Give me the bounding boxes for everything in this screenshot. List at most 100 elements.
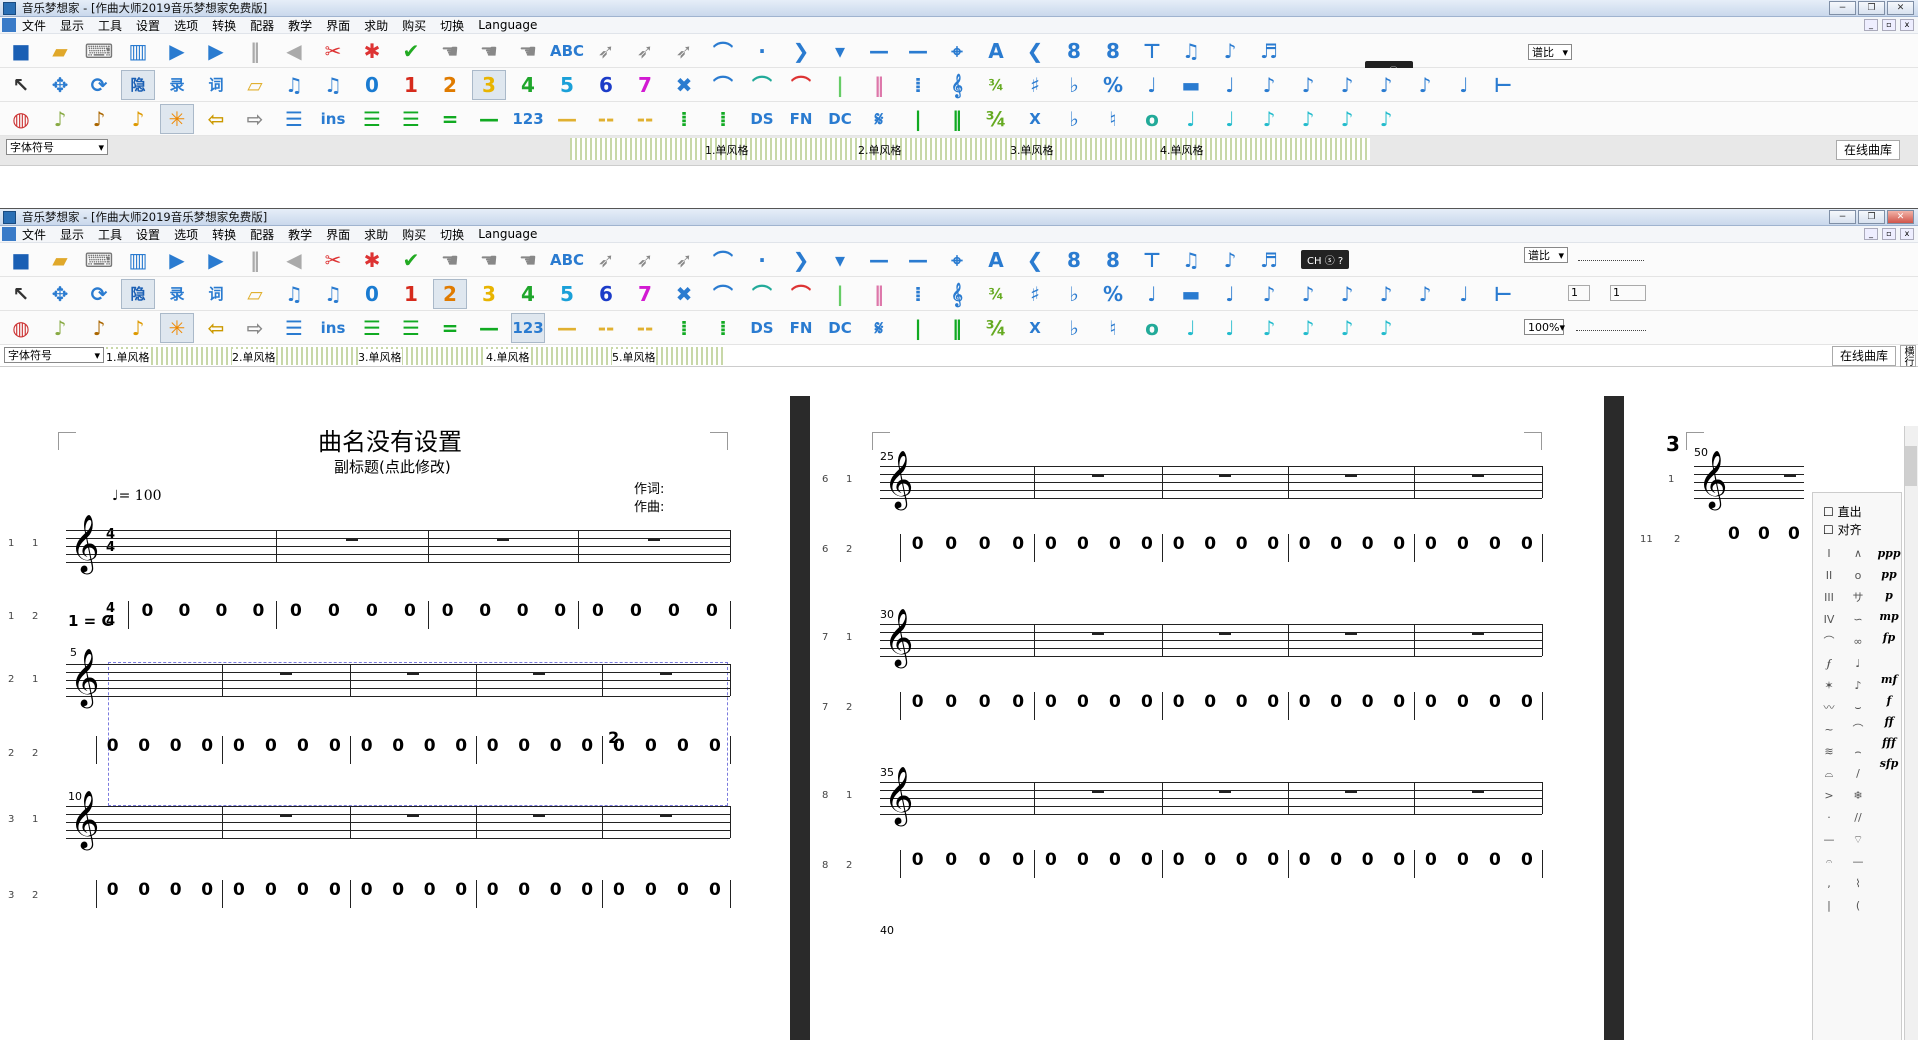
cut-icon[interactable]: ✂ (316, 36, 350, 66)
main-text-a-icon[interactable]: A (979, 245, 1013, 275)
main-spectrum-select[interactable]: 谱比 ▾ (1524, 247, 1568, 263)
main-sixtyfourth-icon[interactable]: ♪ (1369, 313, 1403, 343)
yellow-dash3-icon[interactable]: -- (628, 104, 662, 134)
note-g-icon[interactable]: ♩ (1447, 70, 1481, 100)
main-pointer-red-icon[interactable]: ➶ (589, 245, 623, 275)
main-bar-green2-icon[interactable]: ‖ (940, 313, 974, 343)
mdi-min-button[interactable]: _ (1864, 19, 1878, 31)
remove-measure-icon[interactable]: 8 (1096, 36, 1130, 66)
main-beam2-icon[interactable]: ♫ (316, 279, 350, 309)
main-mdi-close-button[interactable]: x (1900, 228, 1914, 240)
main-segno-icon[interactable]: 𝄋 (862, 313, 896, 343)
main-note-g-icon[interactable]: ♩ (1447, 279, 1481, 309)
main-quarter-icon-2[interactable]: ♩ (1213, 313, 1247, 343)
art-trill-icon[interactable]: ~ (1819, 719, 1839, 741)
main-beam-icon[interactable]: ♫ (277, 279, 311, 309)
yellow-dash-icon[interactable]: — (550, 104, 584, 134)
fermata-icon[interactable]: ⌒ (706, 36, 740, 66)
art2-note-icon[interactable]: ♩ (1847, 653, 1869, 675)
menu-language[interactable]: Language (478, 18, 537, 32)
main-note-f-icon[interactable]: ♪ (1408, 279, 1442, 309)
green-eq-icon[interactable]: = (433, 104, 467, 134)
repeat-end-icon[interactable]: ⁞ (706, 104, 740, 134)
vertical-scrollbar[interactable] (1904, 426, 1918, 1040)
green-lines2-icon[interactable]: ☰ (394, 104, 428, 134)
score-area[interactable]: 曲名没有设置 副标题(点此修改) 作词: 作曲: ♩= 100 1 = C 44… (0, 396, 1918, 1040)
hand-icon[interactable]: ☚ (433, 36, 467, 66)
ds-icon[interactable]: DS (745, 104, 779, 134)
selection-box[interactable] (108, 662, 728, 806)
main-yellow-dash-icon[interactable]: — (550, 313, 584, 343)
main-eraser-icon[interactable]: ▱ (238, 279, 272, 309)
main-minimize-button[interactable]: − (1829, 210, 1856, 224)
main-green-lines-icon[interactable]: ☰ (355, 313, 389, 343)
main-repeat-icon[interactable]: ⁞ (901, 279, 935, 309)
main-close-button[interactable]: ✕ (1887, 210, 1914, 224)
art2-grace-icon[interactable]: ♪ (1847, 675, 1869, 697)
asterisk-icon[interactable]: ✳ (160, 103, 194, 134)
bar-single-icon[interactable]: | (823, 70, 857, 100)
track-ruler[interactable] (570, 138, 1370, 160)
dyn-fp[interactable]: fp (1877, 627, 1901, 648)
main-whole-note-icon[interactable]: o (1135, 313, 1169, 343)
restore-button[interactable]: ❐ (1858, 1, 1885, 15)
tuplet-icon[interactable]: ⊤ (1135, 36, 1169, 66)
field-1[interactable]: 1 (1568, 285, 1590, 301)
num-2[interactable]: 2 (433, 70, 467, 100)
play-from-icon[interactable]: ▶ (199, 36, 233, 66)
x-text-icon[interactable]: X (1018, 104, 1052, 134)
main-menu-interface[interactable]: 界面 (326, 226, 350, 243)
main-note-c-icon[interactable]: ♪ (1291, 279, 1325, 309)
note-d-icon[interactable]: ♪ (1330, 70, 1364, 100)
main-x-icon[interactable]: ✖ (667, 279, 701, 309)
treble-clef-icon[interactable]: 𝄞 (940, 70, 974, 100)
grace-icon[interactable]: ♪ (1213, 36, 1247, 66)
pause-icon[interactable]: ‖ (238, 36, 272, 66)
main-arrow-left-icon[interactable]: ⇦ (199, 313, 233, 343)
note-a-icon[interactable]: ♩ (1213, 70, 1247, 100)
eighth-icon-2[interactable]: ♪ (1252, 104, 1286, 134)
green-lines-icon[interactable]: ☰ (355, 104, 389, 134)
main-sharp-icon[interactable]: ♯ (1018, 279, 1052, 309)
main-note-e-icon[interactable]: ♪ (1369, 279, 1403, 309)
repeat-start-icon[interactable]: ⁞ (667, 104, 701, 134)
dyn-p[interactable]: p (1877, 585, 1901, 606)
main-n123-icon[interactable]: 123 (511, 312, 545, 343)
art2-mid-icon[interactable]: サ (1847, 587, 1869, 609)
num-3[interactable]: 3 (472, 69, 506, 100)
online-library-button[interactable]: 在线曲库 (1836, 140, 1900, 160)
main-mdi-restore-button[interactable]: ▫ (1882, 228, 1896, 240)
num-5[interactable]: 5 (550, 70, 584, 100)
main-yellow-dash2-icon[interactable]: -- (589, 313, 623, 343)
thirtysecond-icon[interactable]: ♪ (1330, 104, 1364, 134)
main-dot-icon[interactable]: · (745, 245, 779, 275)
main-fn-icon[interactable]: FN (784, 313, 818, 343)
x-icon[interactable]: ✖ (667, 70, 701, 100)
main-delete-icon[interactable]: ✱ (355, 245, 389, 275)
main-play-from-icon[interactable]: ▶ (199, 245, 233, 275)
main-move-icon[interactable]: ✥ (43, 279, 77, 309)
main-drum-icon[interactable]: ◍ (4, 313, 38, 343)
num-7[interactable]: 7 (628, 70, 662, 100)
art-line-icon[interactable]: | (1819, 895, 1839, 917)
main-sixteenth-icon-2[interactable]: ♪ (1291, 313, 1325, 343)
main-spellcheck-icon[interactable]: ABC (550, 245, 584, 275)
art-tenuto-icon[interactable]: — (1819, 829, 1839, 851)
zoom-slider[interactable] (1576, 323, 1646, 331)
green-dash-icon[interactable]: — (472, 104, 506, 134)
hide-icon[interactable]: 隐 (121, 69, 155, 100)
main-dash-icon[interactable]: — (862, 245, 896, 275)
spectrum-slider[interactable] (1578, 253, 1644, 261)
main-thirtysecond-icon[interactable]: ♪ (1330, 313, 1364, 343)
tie-icon[interactable]: ⌒ (745, 70, 779, 100)
main-menu-convert[interactable]: 转换 (212, 226, 236, 243)
main-half-rest-icon[interactable]: ▬ (1174, 279, 1208, 309)
lyricist-label[interactable]: 作词: (634, 478, 664, 497)
beam-icon[interactable]: ♫ (277, 70, 311, 100)
main-chevron-left-icon[interactable]: ❮ (1018, 245, 1052, 275)
spectrum-select[interactable]: 谱比 ▾ (1528, 44, 1572, 60)
art2-slash-icon[interactable]: // (1847, 807, 1869, 829)
hand3-icon[interactable]: ☚ (511, 36, 545, 66)
composer-label[interactable]: 作曲: (634, 496, 664, 515)
main-time-sig-icon[interactable]: ¾ (979, 279, 1013, 309)
